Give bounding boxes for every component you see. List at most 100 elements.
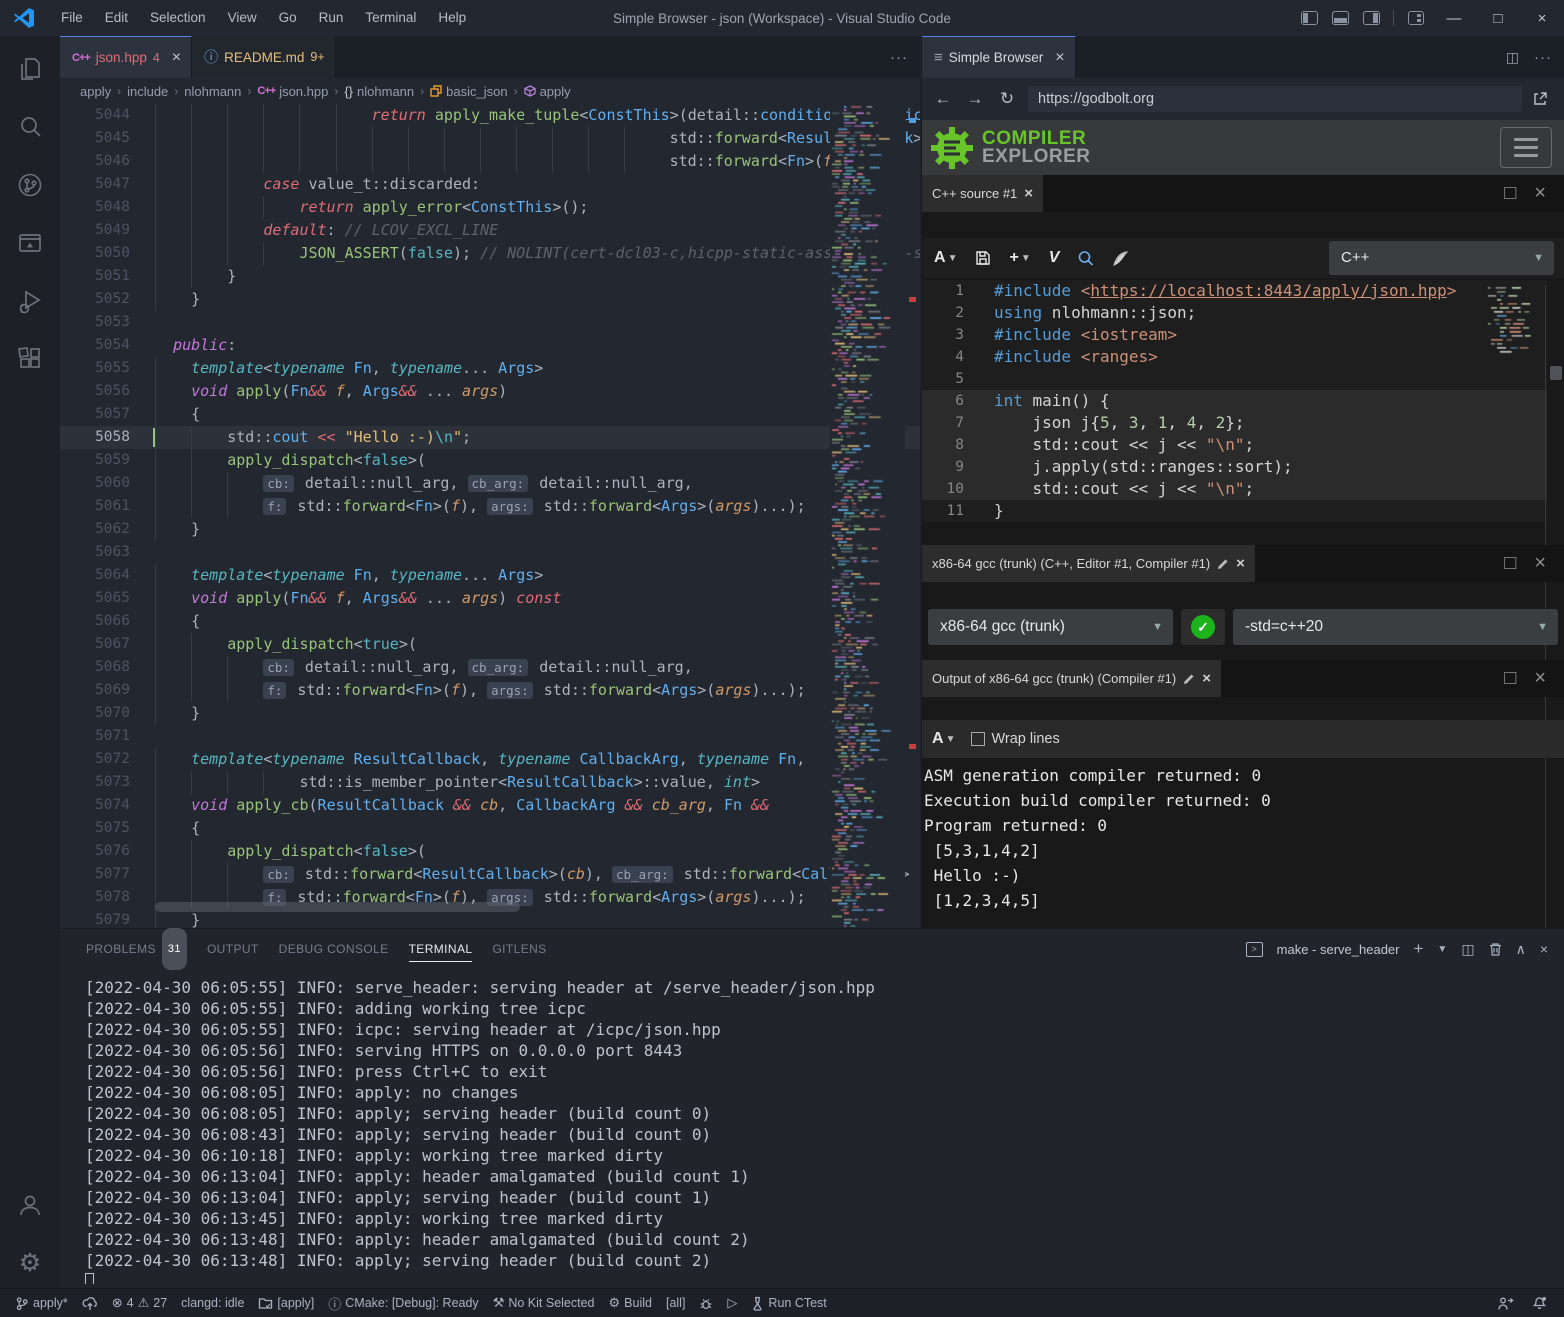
panel-tab-debug-console[interactable]: DEBUG CONSOLE (269, 929, 399, 969)
cmake-kit-button[interactable]: ⚒ No Kit Selected (486, 1289, 602, 1317)
menu-run[interactable]: Run (308, 0, 355, 36)
browser-code-line-3[interactable]: 3#include <iostream> (922, 324, 1547, 346)
breadcrumb-item-nlohmann[interactable]: nlohmann (184, 84, 241, 99)
quick-search-icon[interactable] (1077, 250, 1094, 267)
menu-edit[interactable]: Edit (94, 0, 139, 36)
compiler-select[interactable]: x86-64 gcc (trunk) ▼ (928, 609, 1173, 645)
minimize-button[interactable]: — (1432, 0, 1476, 36)
customize-layout-icon[interactable] (1408, 11, 1424, 25)
browser-code-line-8[interactable]: 8 std::cout << j << "\n"; (922, 434, 1547, 456)
wrap-lines-checkbox[interactable]: Wrap lines (971, 731, 1059, 747)
code-line-5047[interactable]: 5047 case value_t::discarded: (60, 173, 920, 196)
code-line-5046[interactable]: 5046 std::forward<Fn>(f), (60, 150, 920, 173)
reload-icon[interactable]: ↻ (996, 89, 1018, 109)
source-pane-tab[interactable]: C++ source #1 × (922, 175, 1043, 212)
browser-code-line-1[interactable]: 1#include <https://localhost:8443/apply/… (922, 280, 1547, 302)
source-control-icon[interactable] (6, 160, 54, 210)
breadcrumb-item-nlohmann[interactable]: {}nlohmann (344, 84, 414, 99)
terminal-output[interactable]: [2022-04-30 06:05:55] INFO: serve_header… (85, 977, 1554, 1284)
back-icon[interactable]: ← (932, 89, 954, 109)
code-line-5044[interactable]: 5044 return apply_make_tuple<ConstThis>(… (60, 104, 920, 127)
code-line-5059[interactable]: 5059 apply_dispatch<false>( (60, 449, 920, 472)
close-button[interactable]: × (1520, 0, 1564, 36)
edit-pencil-icon[interactable] (1183, 673, 1195, 685)
browser-minimap[interactable] (1486, 285, 1532, 355)
kill-terminal-icon[interactable] (1489, 942, 1502, 956)
code-line-5075[interactable]: 5075 { (60, 817, 920, 840)
compiler-explorer-logo[interactable]: COMPILER EXPLORER (922, 126, 1091, 170)
close-pane-icon[interactable]: × (1202, 670, 1211, 687)
font-size-icon[interactable]: A▼ (934, 249, 957, 267)
language-select[interactable]: C++ ▼ (1329, 241, 1554, 275)
code-line-5067[interactable]: 5067 apply_dispatch<true>( (60, 633, 920, 656)
browser-source-editor[interactable]: 1#include <https://localhost:8443/apply/… (922, 280, 1547, 522)
code-line-5072[interactable]: 5072 template<typename ResultCallback, t… (60, 748, 920, 771)
tab-readme-md[interactable]: ⓘREADME.md9+ (192, 36, 336, 78)
code-line-5070[interactable]: 5070 } (60, 702, 920, 725)
code-line-5073[interactable]: 5073 std::is_member_pointer<ResultCallba… (60, 771, 920, 794)
tab-simple-browser[interactable]: ≡ Simple Browser × (922, 36, 1076, 78)
split-terminal-icon[interactable]: ◫ (1461, 941, 1474, 958)
open-external-icon[interactable] (1532, 91, 1554, 107)
breadcrumb-item-apply[interactable]: apply (524, 84, 571, 99)
browser-scrollbar[interactable] (1550, 366, 1562, 380)
maximize-panel-icon[interactable]: ∧ (1516, 941, 1526, 958)
panel-tab-gitlens[interactable]: GITLENS (482, 929, 556, 969)
terminal-name[interactable]: make - serve_header (1277, 942, 1400, 957)
toggle-panel-icon[interactable] (1332, 11, 1349, 25)
compile-status-button[interactable]: ✓ (1181, 609, 1225, 645)
quill-icon[interactable] (1112, 250, 1129, 267)
code-line-5074[interactable]: 5074 void apply_cb(ResultCallback && cb,… (60, 794, 920, 817)
panel-tab-problems[interactable]: PROBLEMS31 (76, 929, 197, 969)
clangd-status[interactable]: clangd: idle (174, 1289, 251, 1317)
code-line-5060[interactable]: 5060 cb: detail::null_arg, cb_arg: detai… (60, 472, 920, 495)
code-line-5062[interactable]: 5062 } (60, 518, 920, 541)
code-line-5063[interactable]: 5063 (60, 541, 920, 564)
breadcrumb-item-basic-json[interactable]: basic_json (430, 84, 507, 99)
panel-tab-terminal[interactable]: TERMINAL (399, 929, 483, 969)
edit-pencil-icon[interactable] (1217, 558, 1229, 570)
menu-help[interactable]: Help (427, 0, 477, 36)
cmake-project-button[interactable]: [apply] (251, 1289, 321, 1317)
remote-explorer-icon[interactable] (6, 218, 54, 268)
code-line-5076[interactable]: 5076 apply_dispatch<false>( (60, 840, 920, 863)
maximize-pane-icon[interactable]: □ (1504, 552, 1516, 575)
cmake-launch-button[interactable]: ▷ (720, 1289, 744, 1317)
maximize-button[interactable]: □ (1476, 0, 1520, 36)
browser-code-line-6[interactable]: 6int main() { (922, 390, 1547, 412)
browser-code-line-5[interactable]: 5 (922, 368, 1547, 390)
git-branch-status[interactable]: apply* (8, 1289, 75, 1317)
cmake-debug-button[interactable] (692, 1289, 720, 1317)
split-editor-icon[interactable]: ◫ (1506, 49, 1520, 66)
minimap[interactable] (830, 104, 905, 928)
panel-tab-output[interactable]: OUTPUT (197, 929, 269, 969)
cmake-status[interactable]: ⓘ CMake: [Debug]: Ready (321, 1289, 485, 1317)
code-line-5051[interactable]: 5051 } (60, 265, 920, 288)
run-debug-icon[interactable] (6, 276, 54, 326)
tab-json-hpp[interactable]: C++json.hpp4× (60, 36, 192, 78)
font-size-icon[interactable]: A▼ (932, 730, 955, 748)
close-tab-icon[interactable]: × (1055, 49, 1064, 67)
code-editor[interactable]: 5044 return apply_make_tuple<ConstThis>(… (60, 104, 920, 928)
hamburger-menu-icon[interactable] (1500, 127, 1552, 168)
code-line-5058[interactable]: 5058 std::cout << "Hello :-)\n"; (60, 426, 920, 449)
search-icon[interactable] (6, 102, 54, 152)
horizontal-scrollbar[interactable] (155, 902, 520, 912)
output-pane-tab[interactable]: Output of x86-64 gcc (trunk) (Compiler #… (922, 660, 1221, 697)
toggle-sidebar-icon[interactable] (1301, 11, 1318, 25)
settings-gear-icon[interactable]: ⚙ (6, 1238, 54, 1288)
code-line-5050[interactable]: 5050 JSON_ASSERT(false); // NOLINT(cert-… (60, 242, 920, 265)
browser-code-line-7[interactable]: 7 json j{5, 3, 1, 4, 2}; (922, 412, 1547, 434)
extensions-icon[interactable] (6, 334, 54, 384)
browser-code-line-2[interactable]: 2using nlohmann::json; (922, 302, 1547, 324)
cmake-target-button[interactable]: [all] (659, 1289, 692, 1317)
browser-more-actions-icon[interactable]: ··· (1534, 49, 1552, 66)
terminal-dropdown-icon[interactable]: ▼ (1437, 944, 1447, 955)
close-pane-icon[interactable]: × (1024, 185, 1033, 202)
menu-file[interactable]: File (50, 0, 94, 36)
close-pane-icon[interactable]: × (1534, 552, 1546, 575)
menu-terminal[interactable]: Terminal (354, 0, 427, 36)
code-line-5054[interactable]: 5054 public: (60, 334, 920, 357)
maximize-pane-icon[interactable]: □ (1504, 182, 1516, 205)
explorer-icon[interactable] (6, 44, 54, 94)
